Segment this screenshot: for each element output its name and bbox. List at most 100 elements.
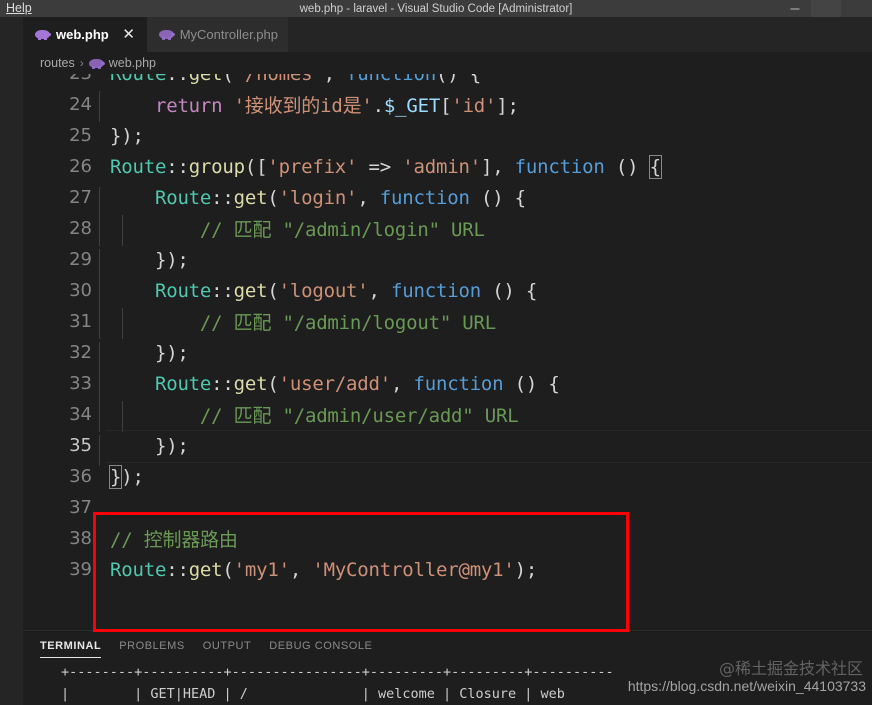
code-line[interactable]: 29 }); — [23, 244, 872, 280]
token-cls: Route — [154, 372, 212, 395]
token-punc: ], — [480, 155, 515, 178]
token-punc: }); — [110, 434, 189, 457]
code-line[interactable]: 38 // 控制器路由 — [23, 523, 872, 554]
token-punc: :: — [166, 155, 189, 178]
line-number: 29 — [69, 249, 92, 270]
breadcrumb-file[interactable]: web.php — [109, 56, 156, 70]
token-punc: ( — [267, 186, 279, 209]
indent-guide — [99, 215, 100, 246]
tab-mycontroller-php[interactable]: MyController.php — [146, 17, 288, 52]
line-content: // 匹配 "/admin/logout" URL — [99, 308, 497, 339]
token-punc: () { — [469, 186, 526, 209]
token-fn: group — [188, 155, 245, 178]
tab-label: web.php — [56, 27, 109, 42]
token-cmt: // 控制器路由 — [110, 529, 238, 551]
tab-label: MyController.php — [179, 27, 278, 42]
token-bmatch: { — [648, 154, 662, 179]
token-var: $_GET — [383, 95, 441, 117]
token-punc: () { — [436, 74, 481, 85]
panel-tab-output[interactable]: OUTPUT — [203, 631, 252, 661]
line-content: return '接收到的id是'.$_GET['id']; — [99, 91, 519, 122]
code-editor[interactable]: 23Route::get('/homes', function() {24 re… — [23, 74, 872, 630]
close-icon[interactable]: ✕ — [121, 27, 137, 42]
line-number: 24 — [69, 94, 92, 115]
line-number: 26 — [69, 156, 92, 177]
token-str: 'my1' — [233, 558, 290, 581]
line-content: Route::get('login', function () { — [99, 186, 526, 218]
line-content: }); — [99, 464, 144, 489]
line-content: // 匹配 "/admin/user/add" URL — [99, 401, 519, 432]
code-line[interactable]: 32 }); — [23, 337, 872, 373]
token-str: '/homes' — [234, 74, 324, 85]
line-number: 27 — [69, 187, 92, 208]
token-str: 'id' — [451, 95, 497, 117]
code-line[interactable]: 34 // 匹配 "/admin/user/add" URL — [23, 399, 872, 432]
token-punc: :: — [211, 279, 234, 302]
token-punc — [110, 219, 200, 241]
vscode-window: web.php - laravel - Visual Studio Code [… — [0, 0, 872, 705]
code-lines: 23Route::get('/homes', function() {24 re… — [23, 74, 872, 585]
code-line[interactable]: 33 Route::get('user/add', function () { — [23, 368, 872, 404]
token-punc — [110, 280, 155, 302]
token-punc: . — [372, 95, 384, 117]
minimize-icon — [790, 8, 800, 9]
token-kw: function — [346, 74, 436, 85]
code-line[interactable]: 26 Route::group(['prefix' => 'admin'], fu… — [23, 151, 872, 182]
code-line[interactable]: 39 Route::get('my1', 'MyController@my1'); — [23, 554, 872, 585]
token-punc: ); — [514, 558, 538, 581]
token-fn: get — [188, 558, 223, 581]
activity-bar[interactable] — [0, 17, 23, 705]
token-cls: Route — [110, 558, 167, 581]
panel-tab-problems[interactable]: PROBLEMS — [119, 631, 185, 661]
code-line[interactable]: 36}); — [23, 461, 872, 492]
code-line[interactable]: 35 }); — [23, 430, 872, 466]
token-punc: , — [324, 74, 346, 85]
indent-guide — [99, 308, 100, 339]
code-line[interactable]: 25}); — [23, 120, 872, 151]
code-line[interactable]: 31 // 匹配 "/admin/logout" URL — [23, 306, 872, 339]
php-elephant-icon — [35, 29, 51, 40]
line-content: Route::get('/homes', function() { — [99, 74, 481, 85]
token-punc — [110, 312, 200, 334]
token-cls: Route — [154, 279, 212, 302]
line-number: 28 — [69, 218, 92, 239]
token-str: 'login' — [278, 186, 358, 209]
token-punc: , — [357, 186, 380, 209]
token-punc: :: — [166, 74, 189, 85]
code-line[interactable]: 24 return '接收到的id是'.$_GET['id']; — [23, 89, 872, 122]
close-button[interactable] — [841, 0, 872, 17]
token-ret: return — [154, 95, 223, 117]
panel-tab-debug-console[interactable]: DEBUG CONSOLE — [269, 631, 372, 661]
token-punc: }); — [110, 341, 189, 364]
code-line[interactable]: 37 — [23, 492, 872, 523]
token-punc: :: — [211, 372, 234, 395]
tab-web-php[interactable]: web.php ✕ — [23, 17, 147, 52]
line-content: Route::get('user/add', function () { — [99, 372, 560, 404]
code-line[interactable]: 28 // 匹配 "/admin/login" URL — [23, 213, 872, 246]
token-str: '接收到的id是' — [233, 95, 373, 117]
panel-tab-terminal[interactable]: TERMINAL — [40, 631, 102, 661]
code-line[interactable]: 30 Route::get('logout', function () { — [23, 275, 872, 311]
token-fn: get — [189, 74, 223, 85]
breadcrumb: routes › web.php — [23, 52, 872, 74]
php-elephant-icon — [88, 58, 105, 69]
token-cmt: // 匹配 "/admin/logout" URL — [199, 312, 497, 334]
maximize-button[interactable] — [810, 0, 842, 17]
token-punc — [222, 95, 233, 117]
menu-help[interactable]: Help — [0, 0, 38, 17]
line-number: 35 — [69, 435, 92, 456]
line-number: 30 — [69, 280, 92, 301]
breadcrumb-folder[interactable]: routes — [40, 56, 75, 70]
token-punc: }); — [110, 124, 144, 147]
code-line[interactable]: 23Route::get('/homes', function() { — [23, 74, 872, 89]
token-punc: , — [391, 372, 414, 395]
token-cmt: // 匹配 "/admin/login" URL — [199, 219, 485, 241]
code-line[interactable]: 27 Route::get('login', function () { — [23, 182, 872, 218]
minimize-button[interactable] — [780, 0, 811, 17]
line-content: Route::get('my1', 'MyController@my1'); — [99, 559, 537, 581]
line-number: 39 — [69, 559, 92, 580]
indent-guide — [99, 401, 100, 432]
line-content: }); — [99, 248, 189, 280]
token-punc: () { — [503, 372, 560, 395]
line-content: }); — [99, 434, 189, 466]
